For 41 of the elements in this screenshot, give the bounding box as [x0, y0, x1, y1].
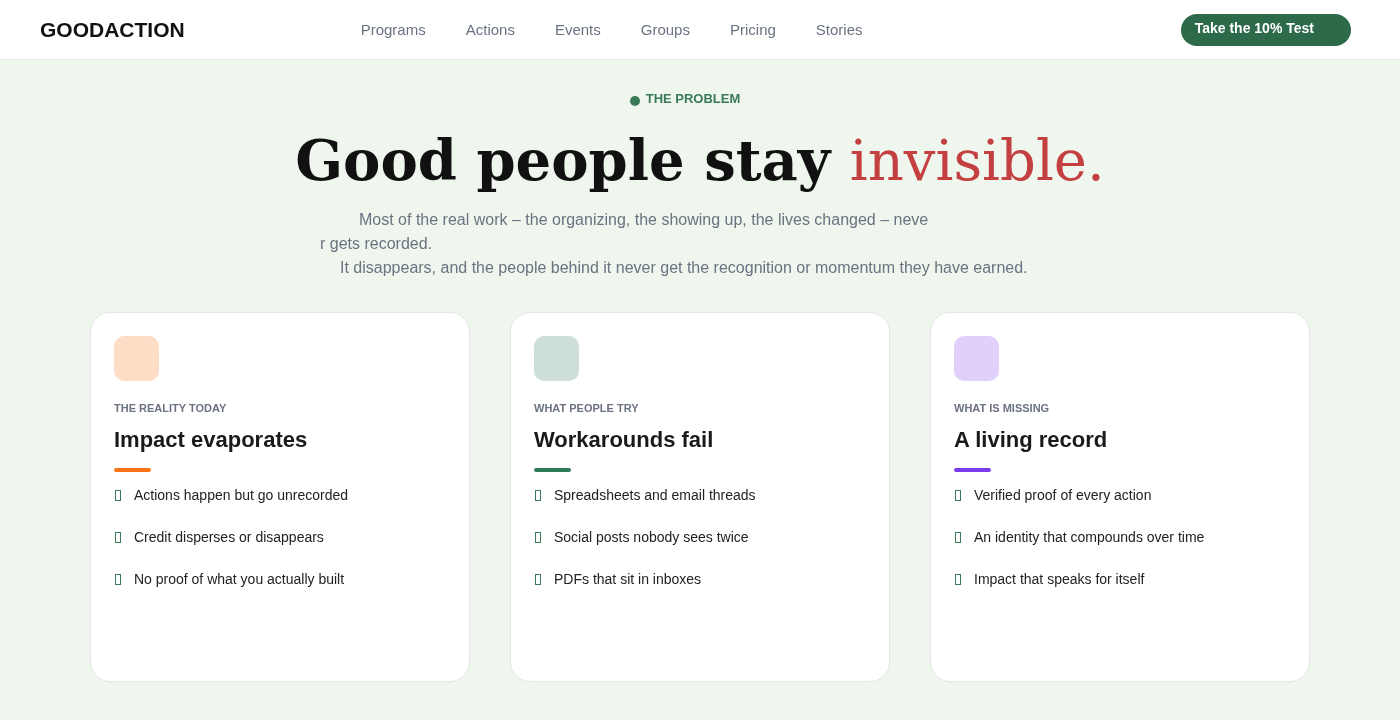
tile-icon — [534, 336, 579, 381]
card-point: Impact that speaks for itself — [974, 570, 1145, 589]
tile-icon — [114, 336, 159, 381]
intro-text: r gets recorded. — [320, 235, 433, 252]
card-eyebrow: WHAT PEOPLE TRY — [534, 401, 639, 416]
card-point: Verified proof of every action — [974, 486, 1152, 505]
card-eyebrow: THE REALITY TODAY — [114, 401, 227, 416]
card-point: Actions happen but go unrecorded — [134, 486, 349, 505]
bullet-icon — [955, 489, 961, 501]
nav-link[interactable]: Groups — [640, 19, 690, 40]
bullet-icon — [115, 531, 121, 543]
card-point: PDFs that sit in inboxes — [554, 570, 702, 589]
nav-link[interactable]: Actions — [465, 19, 515, 40]
tile-icon — [954, 336, 999, 381]
nav-link[interactable]: Pricing — [729, 19, 776, 40]
card-title: A living record — [954, 426, 1108, 454]
take-test-button[interactable]: Take the 10% Test — [1180, 13, 1351, 46]
card-point: No proof of what you actually built — [134, 570, 345, 589]
bullet-icon — [535, 489, 541, 501]
intro-text: It disappears, and the people behind it never get the recognition or momentum they have earned. — [340, 259, 1028, 276]
bullet-icon — [115, 573, 121, 585]
bullet-icon — [535, 573, 541, 585]
intro-text: Most of the real work – the organizing, the showing up, the lives changed – neve — [359, 211, 929, 228]
bullet-icon — [955, 531, 961, 543]
card-title: Impact evaporates — [114, 426, 308, 454]
section-eyebrow: THE PROBLEM — [645, 91, 741, 107]
card-point: Social posts nobody sees twice — [554, 528, 749, 547]
card-point: An identity that compounds over time — [974, 528, 1205, 547]
bullet-icon — [115, 489, 121, 501]
card-point: Spreadsheets and email threads — [554, 486, 756, 505]
site-logo[interactable]: GOODACTION — [40, 19, 185, 40]
dot-icon — [629, 95, 640, 106]
card-title: Workarounds fail — [534, 426, 714, 454]
nav-link[interactable]: Events — [554, 19, 601, 40]
nav-link[interactable]: Programs — [360, 19, 426, 40]
headline: Good people stay invisible. — [295, 126, 1105, 195]
bullet-icon — [535, 531, 541, 543]
nav-link[interactable]: Stories — [815, 19, 863, 40]
bullet-icon — [955, 573, 961, 585]
card-point: Credit disperses or disappears — [134, 528, 324, 547]
card-eyebrow: WHAT IS MISSING — [954, 401, 1050, 416]
